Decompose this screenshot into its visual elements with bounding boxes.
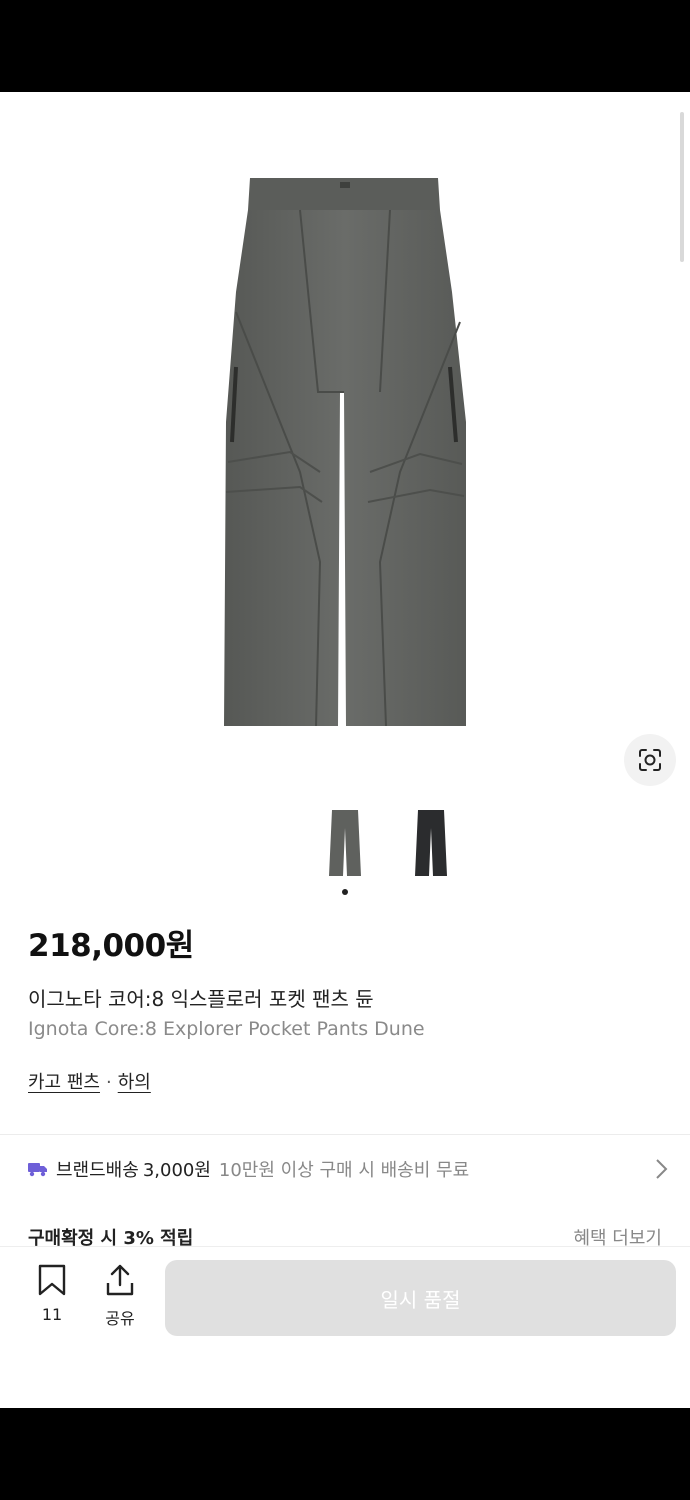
status-bar <box>0 0 690 92</box>
category-separator: · <box>105 1072 112 1093</box>
product-screen: 218,000원 이그노타 코어:8 익스플로러 포켓 팬츠 듄 Ignota … <box>0 92 690 1408</box>
product-name-english: Ignota Core:8 Explorer Pocket Pants Dune <box>28 1018 425 1040</box>
category-breadcrumb: 카고 팬츠 · 하의 <box>28 1068 151 1094</box>
thumbnail-2[interactable] <box>414 808 448 880</box>
share-button[interactable]: 공유 <box>100 1263 140 1329</box>
truck-icon <box>28 1161 48 1177</box>
shipping-brand-label: 브랜드배송 <box>56 1160 139 1181</box>
product-name-korean: 이그노타 코어:8 익스플로러 포켓 팬츠 듄 <box>28 987 374 1011</box>
product-main-image[interactable] <box>0 92 690 792</box>
category-link-cargo-pants[interactable]: 카고 팬츠 <box>28 1072 100 1093</box>
thumbnail-pants-black <box>415 810 447 876</box>
bottom-action-bar: 11 공유 일시 품절 <box>0 1246 690 1408</box>
lens-search-button[interactable] <box>624 734 676 786</box>
product-price: 218,000원 <box>28 928 194 964</box>
shipping-fee: 3,000원 <box>142 1160 211 1181</box>
chevron-right-icon <box>654 1158 668 1185</box>
bookmark-count: 11 <box>41 1305 63 1324</box>
pants-illustration <box>224 178 466 727</box>
category-link-bottoms[interactable]: 하의 <box>118 1072 151 1093</box>
camera-lens-icon <box>639 749 661 771</box>
bottom-safe-area <box>0 1408 690 1500</box>
free-shipping-note: 10만원 이상 구매 시 배송비 무료 <box>218 1160 470 1181</box>
share-icon <box>106 1264 134 1296</box>
bookmark-button[interactable]: 11 <box>34 1263 70 1324</box>
gallery-indicator-dot <box>342 889 348 895</box>
bookmark-icon <box>38 1264 66 1296</box>
shipping-info-row[interactable]: 브랜드배송 3,000원 10만원 이상 구매 시 배송비 무료 <box>28 1154 668 1184</box>
section-divider <box>0 1134 690 1135</box>
sold-out-button[interactable]: 일시 품절 <box>165 1260 676 1336</box>
share-label: 공유 <box>105 1309 135 1328</box>
thumbnail-1[interactable] <box>328 808 362 880</box>
thumbnail-pants-grey <box>329 810 361 876</box>
